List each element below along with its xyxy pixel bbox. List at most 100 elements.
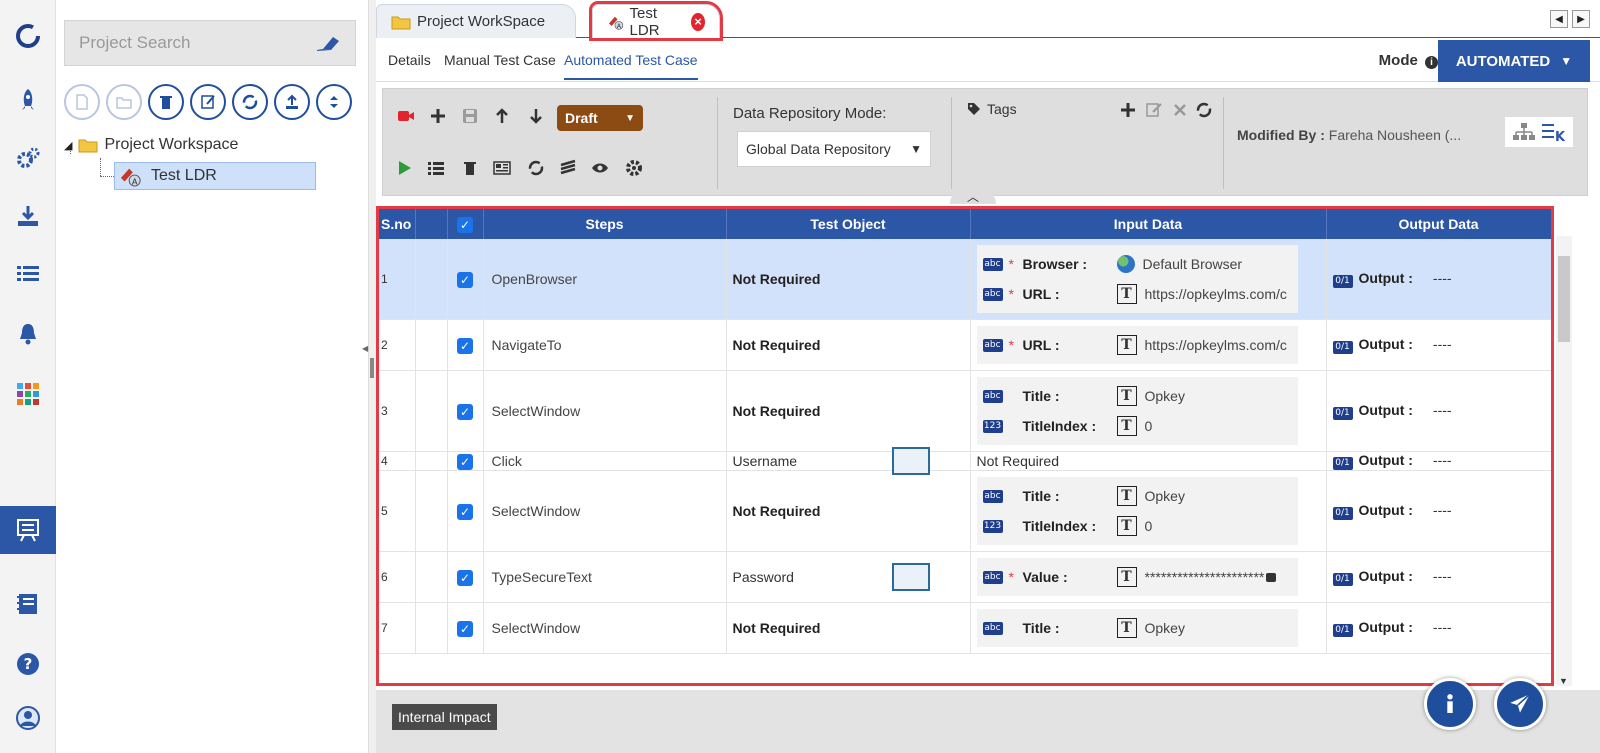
input-param-row[interactable]: abc * Value : T ********************** [982,562,1292,592]
test-object-cell[interactable]: Username [726,447,971,475]
info-icon[interactable]: i [1425,56,1438,69]
gears-icon[interactable] [0,134,56,182]
input-data-cell[interactable]: abc*Title :TOpkey123*TitleIndex :T0 [970,470,1327,552]
table-row[interactable]: 3✓SelectWindowNot Requiredabc*Title :TOp… [379,370,1551,452]
row-checkbox[interactable]: ✓ [457,620,473,637]
output-data-cell[interactable]: 0/1 Output : ---- [1326,370,1551,452]
hierarchy-icon[interactable] [1511,121,1537,143]
select-all-checkbox[interactable]: ✓ [457,216,473,233]
input-param-row[interactable]: abc*Title :TOpkey [982,381,1292,411]
project-search-input[interactable] [79,33,315,53]
scroll-down-icon[interactable]: ▼ [1559,676,1568,686]
checkbox-cell[interactable]: ✓ [447,451,484,471]
column-header-test-object[interactable]: Test Object [726,209,971,239]
move-down-button[interactable] [527,107,545,125]
preview-button[interactable] [591,159,609,177]
status-dropdown[interactable]: Draft ▼ [557,105,643,131]
tab-automated-test-case[interactable]: Automated Test Case [564,52,698,80]
splitter-grip[interactable] [370,358,374,378]
test-case-presentation-icon[interactable] [0,506,66,554]
param-value[interactable]: 0 [1145,418,1153,434]
report-button[interactable] [493,159,511,177]
checkbox-cell[interactable]: ✓ [447,319,484,371]
step-list-button[interactable] [427,159,445,177]
test-object-cell[interactable]: Not Required [726,239,971,320]
settings-button[interactable] [625,159,643,177]
tab-manual-test-case[interactable]: Manual Test Case [444,52,556,68]
eraser-icon[interactable] [315,34,341,52]
save-button[interactable] [461,107,479,125]
row-checkbox[interactable]: ✓ [457,403,473,420]
output-data-cell[interactable]: 0/1 Output : ---- [1326,551,1551,603]
checkbox-cell[interactable]: ✓ [447,551,484,603]
param-value[interactable]: Opkey [1145,388,1185,404]
step-cell[interactable]: SelectWindow [483,602,727,654]
launch-fab-button[interactable] [1494,678,1546,730]
checkbox-cell[interactable]: ✓ [447,470,484,552]
step-cell[interactable]: SelectWindow [483,370,727,452]
table-row[interactable]: 5✓SelectWindowNot Requiredabc*Title :TOp… [379,470,1551,552]
expand-collapse-button[interactable] [316,84,352,120]
collapse-toolbar-handle[interactable]: ︿ [950,188,996,204]
column-header-input-data[interactable]: Input Data [970,209,1327,239]
table-row[interactable]: 2 ✓ NavigateTo Not Required abc * URL : Thttps:… [379,319,1551,371]
step-cell[interactable]: OpenBrowser [483,239,727,320]
scroll-left-button[interactable]: ◀ [1550,10,1568,28]
open-folder-button[interactable] [106,84,142,120]
bell-icon[interactable] [0,310,56,358]
param-value[interactable]: Default Browser [1143,256,1243,272]
keyword-view-icon[interactable]: K [1541,121,1567,143]
input-param-row[interactable]: abc * Browser : Default Browser [982,249,1292,279]
add-tag-button[interactable] [1119,101,1137,119]
param-value[interactable]: ********************** [1145,569,1265,585]
checkbox-cell[interactable]: ✓ [447,602,484,654]
param-value[interactable]: Opkey [1145,620,1185,636]
input-data-cell[interactable]: abc * URL : Thttps://opkeylms.com/c [970,319,1327,371]
step-cell[interactable]: TypeSecureText [483,551,727,603]
upload-button[interactable] [274,84,310,120]
output-data-cell[interactable]: 0/1 Output : ---- [1326,319,1551,371]
mode-dropdown[interactable]: AUTOMATED ▼ [1438,40,1590,82]
tree-node-test-ldr[interactable]: A Test LDR [114,162,316,190]
input-param-row[interactable]: abc * URL : Thttps://opkeylms.com/c [982,279,1292,309]
rocket-icon[interactable] [0,76,56,124]
input-data-cell[interactable]: abc*Title :TOpkey123*TitleIndex :T0 [970,370,1327,452]
output-data-cell[interactable]: 0/1 Output : ---- [1326,602,1551,654]
scroll-right-button[interactable]: ▶ [1572,10,1590,28]
table-row[interactable]: 1 ✓ OpenBrowser Not Required abc * Browser : De… [379,239,1551,320]
grid-vertical-scrollbar[interactable]: ▼ [1556,236,1572,686]
input-param-row[interactable]: 123*TitleIndex :T0 [982,411,1292,441]
tree-toggle-icon[interactable]: ◢ [64,139,72,152]
column-header-sno[interactable]: S.no [379,209,416,239]
table-row[interactable]: 4 ✓ Click Username Not Required 0/1 Output : --… [379,447,1551,475]
input-data-cell[interactable]: Not Required [970,451,1327,471]
param-value[interactable]: https://opkeylms.com/c [1145,286,1287,302]
row-checkbox[interactable]: ✓ [457,271,473,288]
record-button[interactable] [397,107,415,125]
test-object-cell[interactable]: Not Required [726,319,971,371]
param-value[interactable]: 0 [1145,518,1153,534]
input-data-cell[interactable]: abc * Value : T ********************** [970,551,1327,603]
row-checkbox[interactable]: ✓ [457,337,473,354]
input-param-row[interactable]: abc*Title :TOpkey [982,481,1292,511]
refresh-button[interactable] [232,84,268,120]
edit-tag-button[interactable] [1145,101,1163,119]
table-row[interactable]: 6 ✓ TypeSecureText Password abc * Value : T ****… [379,551,1551,603]
test-object-cell[interactable]: Password [726,551,971,603]
move-up-button[interactable] [493,107,511,125]
layers-button[interactable] [559,159,577,177]
apps-grid-icon[interactable] [0,370,56,418]
logo-icon[interactable] [0,12,56,60]
table-row[interactable]: 7✓SelectWindowNot Requiredabc*Title :TOp… [379,602,1551,654]
input-data-cell[interactable]: abc * Browser : Default Browser abc * URL : Tht… [970,239,1327,320]
tab-details[interactable]: Details [388,52,431,68]
test-object-cell[interactable]: Not Required [726,370,971,452]
input-param-row[interactable]: abc * URL : Thttps://opkeylms.com/c [982,330,1292,360]
step-cell[interactable]: SelectWindow [483,470,727,552]
tab-project-workspace[interactable]: Project WorkSpace [376,4,576,38]
delete-button[interactable] [148,84,184,120]
input-param-row[interactable]: abc*Title :TOpkey [982,613,1292,643]
output-data-cell[interactable]: 0/1 Output : ---- [1326,239,1551,320]
tab-test-ldr[interactable]: A Test LDR × [589,1,723,41]
tree-node-project-workspace[interactable]: ◢ Project Workspace [64,136,238,154]
